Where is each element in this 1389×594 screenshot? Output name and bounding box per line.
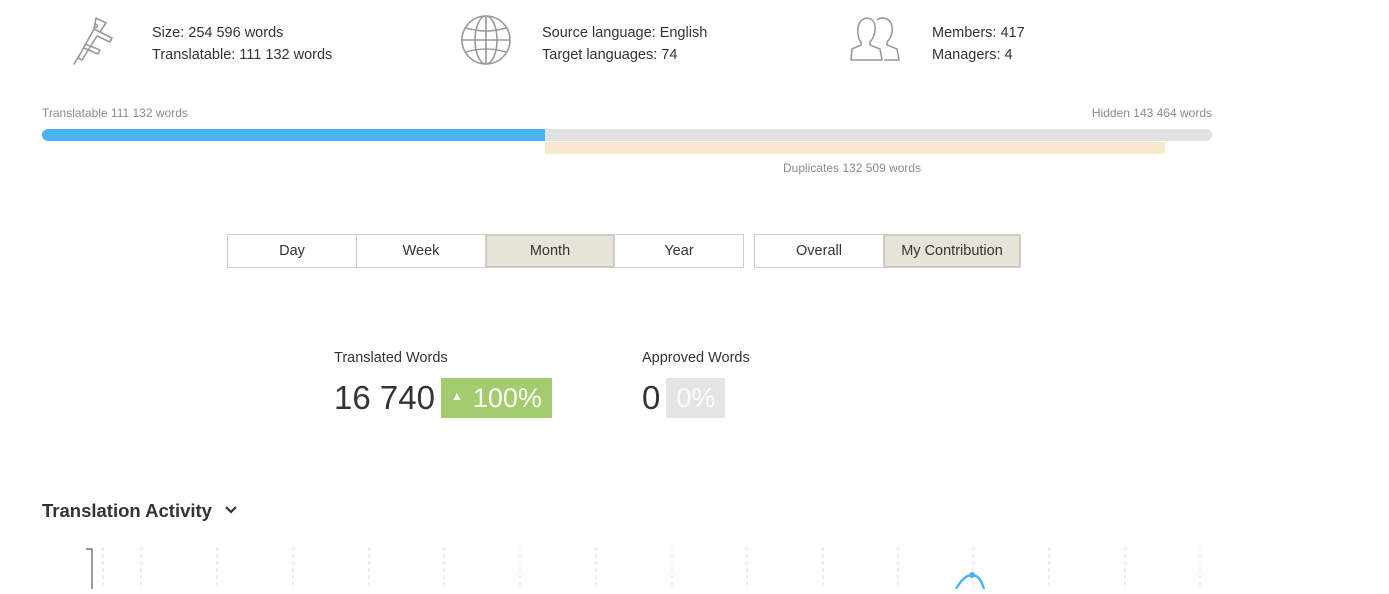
target-languages-text: Target languages: 74 [542,47,678,63]
users-icon [850,14,902,66]
approved-label: Approved Words [642,350,750,366]
tab-my-contribution[interactable]: My Contribution [884,235,1020,267]
arrow-up-icon: ▲ [450,388,463,403]
progress-track [42,129,1212,141]
translatable-text: Translatable: 111 132 words [152,47,333,63]
size-text: Size: 254 596 words [152,25,284,41]
translatable-bar-label: Translatable 111 132 words [42,106,188,120]
managers-text: Managers: 4 [932,47,1013,63]
chevron-down-icon [225,498,237,520]
duplicates-bar [545,142,1166,154]
approved-metric: Approved Words 0 0% [642,350,750,418]
tab-month[interactable]: Month [486,235,615,267]
tab-day[interactable]: Day [228,235,357,267]
approved-change-badge: 0% [666,378,726,418]
activity-point [969,572,975,578]
translated-metric: Translated Words 16 740 ▲ 100% [334,350,552,418]
caliper-icon [70,14,122,66]
translated-label: Translated Words [334,350,448,366]
translatable-fill [42,129,546,141]
source-language-text: Source language: English [542,25,708,41]
members-text: Members: 417 [932,25,1025,41]
translated-change-badge: ▲ 100% [440,378,552,418]
section-title: Translation Activity [42,500,212,521]
tab-year[interactable]: Year [615,235,743,267]
activity-chart [42,545,1242,590]
translated-change-text: 100% [472,383,542,413]
approved-value: 0 [642,379,661,416]
scope-tab-group: Overall My Contribution [754,234,1021,268]
translation-activity-toggle[interactable]: Translation Activity [42,500,237,522]
tab-overall[interactable]: Overall [755,235,884,267]
hidden-bar-label: Hidden 143 464 words [1091,106,1212,120]
globe-icon [460,14,512,66]
tab-week[interactable]: Week [357,235,486,267]
duplicates-bar-label: Duplicates 132 509 words [783,161,922,175]
period-tab-group: Day Week Month Year [227,234,744,268]
translated-value: 16 740 [334,379,435,416]
